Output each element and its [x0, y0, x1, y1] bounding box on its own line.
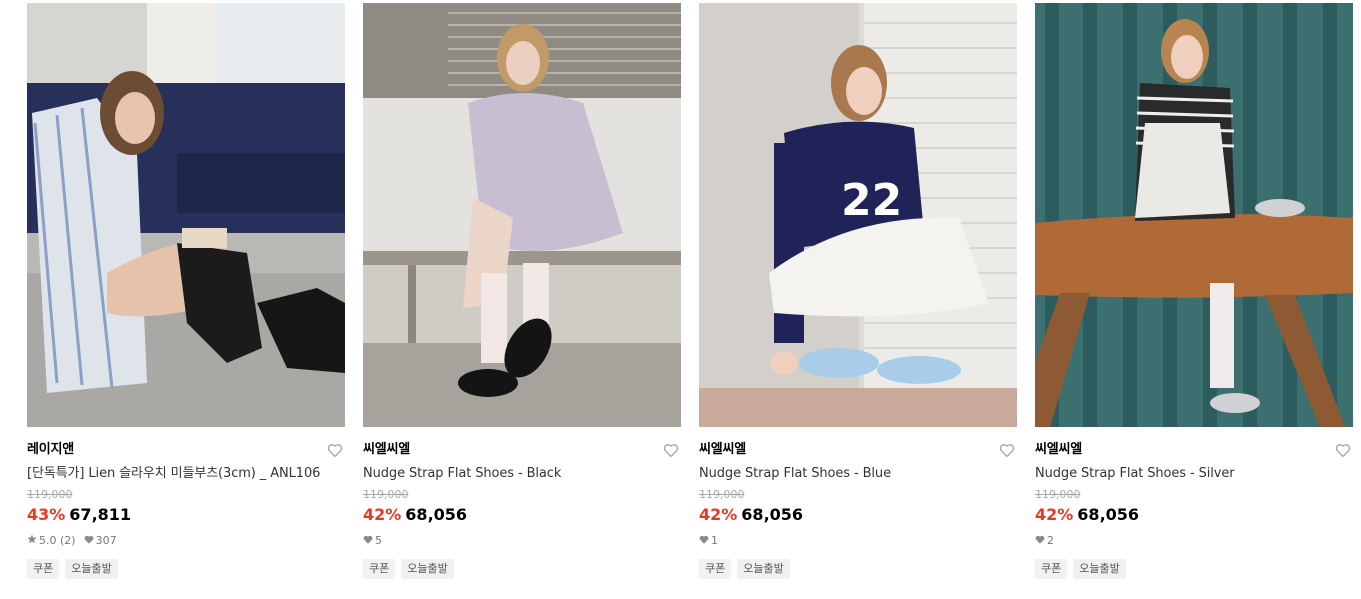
tag-coupon: 쿠폰: [363, 559, 396, 579]
tag-today-shipping: 오늘출발: [1073, 559, 1126, 579]
original-price: 119,000: [1035, 488, 1081, 501]
tag-list: 쿠폰 오늘출발: [699, 559, 1017, 579]
product-card[interactable]: 레이지앤 [단독특가] Lien 슬라우치 미들부츠(3cm) _ ANL106…: [27, 3, 345, 579]
likes-count: 1: [711, 534, 718, 547]
likes-count: 5: [375, 534, 382, 547]
brand-name[interactable]: 씨엘씨엘: [1035, 441, 1353, 459]
sale-price: 68,056: [741, 505, 804, 524]
discount-rate: 43%: [27, 505, 66, 524]
brand-name[interactable]: 레이지앤: [27, 441, 345, 459]
discount-rate: 42%: [1035, 505, 1074, 524]
rating: 5.0 (2): [27, 533, 76, 549]
tag-coupon: 쿠폰: [699, 559, 732, 579]
product-card[interactable]: 22 씨엘씨엘 Nudge Strap Flat Shoes - Blue 11…: [699, 3, 1017, 579]
svg-text:22: 22: [841, 175, 902, 226]
heart-outline-icon[interactable]: [1335, 443, 1351, 458]
sale-price: 68,056: [1077, 505, 1140, 524]
product-card[interactable]: 씨엘씨엘 Nudge Strap Flat Shoes - Silver 119…: [1035, 3, 1353, 579]
product-title[interactable]: Nudge Strap Flat Shoes - Silver: [1035, 465, 1353, 483]
heart-filled-icon: [363, 533, 373, 549]
discount-rate: 42%: [363, 505, 402, 524]
review-count: (2): [60, 534, 76, 547]
product-stats: 5: [363, 533, 681, 549]
product-title[interactable]: Nudge Strap Flat Shoes - Black: [363, 465, 681, 483]
price-line: 43% 67,811: [27, 504, 345, 526]
likes: 307: [84, 533, 117, 549]
product-card[interactable]: 씨엘씨엘 Nudge Strap Flat Shoes - Black 119,…: [363, 3, 681, 579]
star-icon: [27, 533, 37, 549]
tag-coupon: 쿠폰: [1035, 559, 1068, 579]
discount-rate: 42%: [699, 505, 738, 524]
heart-filled-icon: [84, 533, 94, 549]
rating-value: 5.0: [39, 534, 57, 547]
product-image[interactable]: 22: [699, 3, 1017, 427]
product-image[interactable]: [1035, 3, 1353, 427]
product-stats: 1: [699, 533, 1017, 549]
heart-outline-icon[interactable]: [327, 443, 343, 458]
likes-count: 307: [95, 534, 117, 547]
heart-outline-icon[interactable]: [999, 443, 1015, 458]
original-price: 119,000: [27, 488, 73, 501]
tag-today-shipping: 오늘출발: [65, 559, 118, 579]
brand-name[interactable]: 씨엘씨엘: [363, 441, 681, 459]
product-image[interactable]: [27, 3, 345, 427]
product-stats: 5.0 (2) 307: [27, 533, 345, 549]
heart-filled-icon: [699, 533, 709, 549]
tag-today-shipping: 오늘출발: [737, 559, 790, 579]
tag-coupon: 쿠폰: [27, 559, 60, 579]
product-image[interactable]: [363, 3, 681, 427]
tag-list: 쿠폰 오늘출발: [363, 559, 681, 579]
sale-price: 67,811: [69, 505, 132, 524]
product-grid: 레이지앤 [단독특가] Lien 슬라우치 미들부츠(3cm) _ ANL106…: [0, 0, 1361, 599]
original-price: 119,000: [363, 488, 409, 501]
likes: 1: [699, 533, 718, 549]
product-title[interactable]: Nudge Strap Flat Shoes - Blue: [699, 465, 1017, 483]
price-line: 42% 68,056: [1035, 504, 1353, 526]
tag-list: 쿠폰 오늘출발: [27, 559, 345, 579]
heart-outline-icon[interactable]: [663, 443, 679, 458]
tag-list: 쿠폰 오늘출발: [1035, 559, 1353, 579]
product-title[interactable]: [단독특가] Lien 슬라우치 미들부츠(3cm) _ ANL106: [27, 465, 345, 483]
likes: 5: [363, 533, 382, 549]
heart-filled-icon: [1035, 533, 1045, 549]
sale-price: 68,056: [405, 505, 468, 524]
original-price: 119,000: [699, 488, 745, 501]
likes: 2: [1035, 533, 1054, 549]
likes-count: 2: [1047, 534, 1054, 547]
brand-name[interactable]: 씨엘씨엘: [699, 441, 1017, 459]
tag-today-shipping: 오늘출발: [401, 559, 454, 579]
product-stats: 2: [1035, 533, 1353, 549]
price-line: 42% 68,056: [363, 504, 681, 526]
price-line: 42% 68,056: [699, 504, 1017, 526]
